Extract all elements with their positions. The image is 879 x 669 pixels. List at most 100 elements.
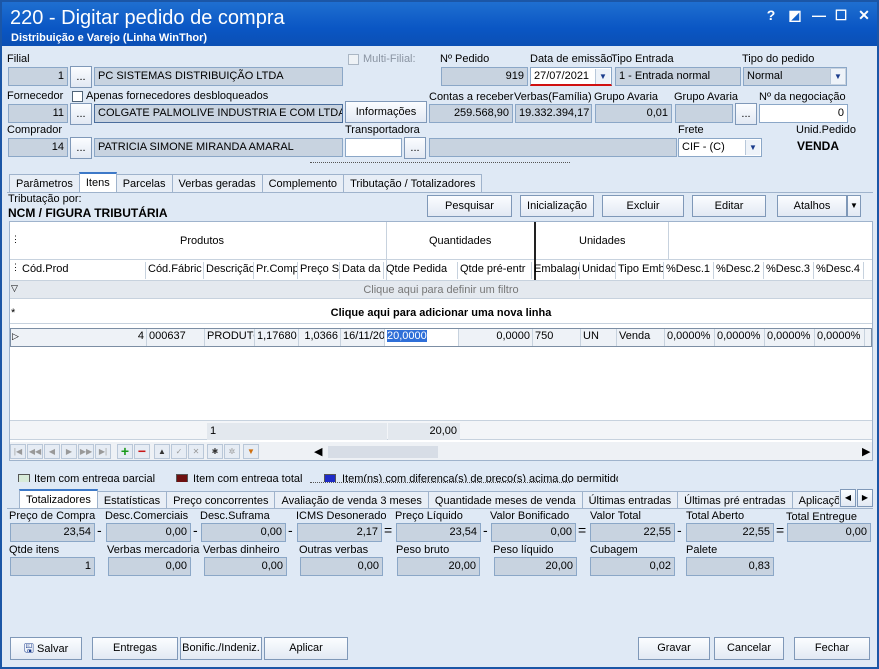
transportadora-search-button[interactable]: ... (404, 137, 426, 159)
tab-ultimas-entradas[interactable]: Últimas entradas (581, 491, 679, 509)
table-cell[interactable]: 0,0000 (459, 329, 533, 346)
column-header[interactable]: Cód.Prod (20, 262, 146, 279)
entregas-button[interactable]: Entregas (92, 637, 178, 660)
scroll-thumb[interactable] (328, 446, 438, 458)
column-header[interactable]: Pr.Comp (254, 262, 298, 279)
editar-button[interactable]: Editar (692, 195, 766, 217)
column-header[interactable]: Embalage (532, 262, 580, 279)
table-cell[interactable]: 1,17680 (255, 329, 299, 346)
tab-estatisticas[interactable]: Estatísticas (96, 491, 168, 509)
inicializacao-button[interactable]: Inicialização (520, 195, 594, 217)
nav-prev-icon[interactable]: ◀ (44, 444, 60, 459)
tab-preco-concorrentes[interactable]: Preço concorrentes (166, 491, 276, 509)
table-cell[interactable]: 0,0000% (715, 329, 765, 346)
add-row-icon[interactable]: + (117, 444, 133, 459)
close-button[interactable]: ✕ (855, 7, 873, 24)
chevron-down-icon[interactable]: ▼ (830, 69, 845, 84)
tab-complemento[interactable]: Complemento (261, 174, 345, 193)
column-header[interactable]: %Desc.1 (664, 262, 714, 279)
tipo-pedido-select[interactable]: Normal ▼ (743, 67, 847, 86)
splitter[interactable] (310, 162, 570, 170)
table-cell[interactable]: 4 (21, 329, 147, 346)
asterisk-tool-icon[interactable]: ✱ (207, 444, 223, 459)
tab-avaliacao-venda[interactable]: Avaliação de venda 3 meses (274, 491, 429, 509)
tabs-scroll-right-icon[interactable]: ▶ (857, 489, 873, 507)
aplicar-button[interactable]: Aplicar (264, 637, 348, 660)
table-cell[interactable]: PRODUTO (205, 329, 255, 346)
fornecedor-code-field[interactable]: 11 (8, 104, 68, 123)
negociacao-field[interactable]: 0 (759, 104, 848, 123)
tab-quantidade-meses[interactable]: Quantidade meses de venda (427, 491, 583, 509)
scroll-left-icon[interactable]: ◀ (314, 445, 322, 458)
nav-next-icon[interactable]: ▶ (61, 444, 77, 459)
maximize-button[interactable]: ☐ (832, 7, 850, 24)
column-header[interactable]: Tipo Emb (616, 262, 664, 279)
scroll-right-icon[interactable]: ▶ (862, 445, 870, 458)
table-cell[interactable]: 750 (533, 329, 581, 346)
filter-tool-icon[interactable]: ▼ (243, 444, 259, 459)
column-header[interactable]: Qtde Pedida (384, 262, 458, 279)
remove-row-icon[interactable]: − (134, 444, 150, 459)
restore-icon[interactable]: ◩ (786, 7, 804, 24)
pesquisar-button[interactable]: Pesquisar (427, 195, 512, 217)
column-header[interactable]: %Desc.2 (714, 262, 764, 279)
table-cell[interactable]: Venda (617, 329, 665, 346)
cancelar-button[interactable]: Cancelar (714, 637, 784, 660)
salvar-button[interactable]: 🖫 Salvar (10, 637, 82, 660)
table-row[interactable]: ▷ 4000637PRODUTO1,176801,036616/11/2020,… (10, 328, 872, 347)
comprador-search-button[interactable]: ... (70, 137, 92, 159)
atalhos-dropdown-icon[interactable]: ▼ (847, 195, 861, 217)
column-header[interactable]: Data da (340, 262, 384, 279)
table-cell[interactable]: 0,0000% (665, 329, 715, 346)
move-up-icon[interactable]: ▲ (154, 444, 170, 459)
bonific-button[interactable]: Bonific./Indeniz. (180, 637, 262, 660)
table-cell[interactable]: 0,0000% (765, 329, 815, 346)
grupo-avaria-search-button[interactable]: ... (735, 103, 757, 125)
fornecedor-search-button[interactable]: ... (70, 103, 92, 125)
table-cell[interactable]: 0,0000% (815, 329, 865, 346)
tab-verbas-geradas[interactable]: Verbas geradas (171, 174, 263, 193)
column-header[interactable]: %Desc.3 (764, 262, 814, 279)
tab-parametros[interactable]: Parâmetros (9, 174, 80, 193)
tab-parcelas[interactable]: Parcelas (115, 174, 173, 193)
filial-search-button[interactable]: ... (70, 66, 92, 88)
informacoes-button[interactable]: Informações (345, 101, 427, 123)
tab-aplicacoes[interactable]: Aplicações (791, 491, 839, 509)
clear-icon[interactable]: ✲ (224, 444, 240, 459)
frete-select[interactable]: CIF - (C) ▼ (678, 138, 762, 157)
column-header[interactable]: Qtde pré-entr (458, 262, 532, 279)
data-emissao-field[interactable]: 27/07/2021 ▼ (530, 67, 612, 86)
comprador-code-field[interactable]: 14 (8, 138, 68, 157)
transportadora-code-field[interactable] (345, 138, 402, 157)
chevron-down-icon[interactable]: ▼ (745, 140, 760, 155)
excluir-button[interactable]: Excluir (602, 195, 684, 217)
tab-totalizadores[interactable]: Totalizadores (19, 489, 98, 509)
table-cell[interactable]: 1,0366 (299, 329, 341, 346)
table-cell[interactable]: 16/11/20 (341, 329, 385, 346)
table-cell[interactable]: 000637 (147, 329, 205, 346)
table-cell[interactable]: UN (581, 329, 617, 346)
new-row[interactable]: * Clique aqui para adicionar uma nova li… (10, 304, 872, 324)
tab-ultimas-pre-entradas[interactable]: Últimas pré entradas (677, 491, 793, 509)
multifilial-checkbox[interactable] (348, 54, 359, 65)
nav-last-icon[interactable]: ▶| (95, 444, 111, 459)
fechar-button[interactable]: Fechar (794, 637, 870, 660)
grid-menu-icon[interactable]: ⋮ (11, 234, 20, 245)
check-icon[interactable]: ✓ (171, 444, 187, 459)
apenas-checkbox[interactable] (72, 91, 83, 102)
column-header[interactable]: Descrição (204, 262, 254, 279)
tabs-scroll-left-icon[interactable]: ◀ (840, 489, 856, 507)
nav-prev-page-icon[interactable]: ◀◀ (27, 444, 43, 459)
gravar-button[interactable]: Gravar (638, 637, 710, 660)
help-button[interactable]: ? (762, 7, 780, 23)
column-header[interactable]: %Desc.4 (814, 262, 864, 279)
atalhos-button[interactable]: Atalhos (777, 195, 847, 217)
nav-first-icon[interactable]: |◀ (10, 444, 26, 459)
nav-next-page-icon[interactable]: ▶▶ (78, 444, 94, 459)
filter-row[interactable]: ▽ Clique aqui para definir um filtro (10, 280, 872, 299)
splitter-bottom[interactable] (310, 482, 570, 488)
table-cell[interactable]: 20,0000 (385, 329, 459, 346)
chevron-down-icon[interactable]: ▼ (595, 69, 610, 84)
column-chooser-icon[interactable]: ⋮ (11, 262, 20, 273)
cancel-icon[interactable]: ✕ (188, 444, 204, 459)
